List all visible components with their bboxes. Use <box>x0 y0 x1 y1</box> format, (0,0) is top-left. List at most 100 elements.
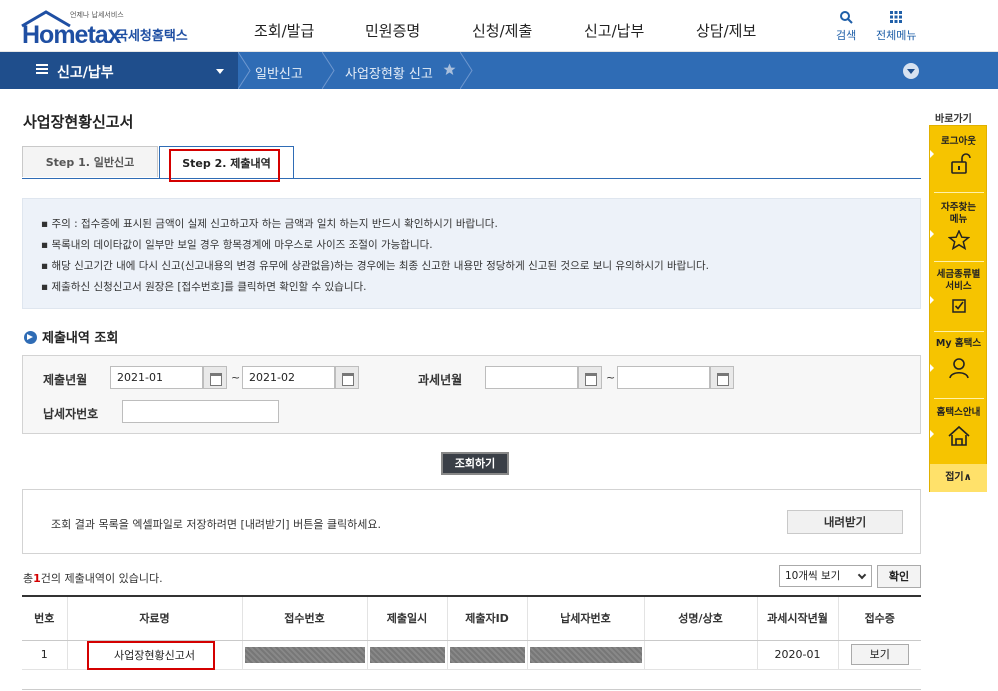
quick-fold-button[interactable]: 접기∧ <box>930 464 987 492</box>
quick-my-hometax[interactable]: My 홈택스 <box>930 338 987 380</box>
highlight-box-row <box>87 641 215 670</box>
range-tilde: ~ <box>231 371 241 384</box>
logo-korean: 국세청홈택스 <box>116 29 188 44</box>
cell-submitted-at <box>366 640 447 670</box>
cell-receipt: 보기 <box>837 640 921 670</box>
col-receipt-number[interactable]: 접수번호 <box>241 595 367 641</box>
search-label: 검색 <box>836 29 857 42</box>
caret-left-icon <box>930 296 934 304</box>
quick-logout[interactable]: 로그아웃 <box>930 136 987 176</box>
quick-divider <box>934 398 984 399</box>
col-data-name[interactable]: 자료명 <box>66 595 242 641</box>
range-tilde: ~ <box>606 371 616 384</box>
caret-left-icon <box>930 430 934 438</box>
hometax-logo[interactable]: 언제나 납세서비스 Hometax 국세청홈택스 <box>20 8 195 49</box>
gnb-certificate[interactable]: 민원증명 <box>365 20 420 41</box>
search-submit-button[interactable]: 조회하기 <box>441 452 509 475</box>
highlight-box-tab <box>169 149 280 182</box>
all-menu-label: 전체메뉴 <box>876 29 917 42</box>
tax-month-label: 과세년월 <box>418 373 463 387</box>
caret-left-icon <box>930 230 934 238</box>
cell-tax-start-month: 2020-01 <box>756 640 838 670</box>
page-size-select[interactable]: 10개씩 보기 <box>779 565 872 587</box>
cell-name-company <box>643 640 757 670</box>
unlock-icon <box>950 153 971 174</box>
calendar-icon[interactable] <box>710 366 734 389</box>
col-name-company[interactable]: 성명/상호 <box>643 595 757 641</box>
breadcrumb-separator-icon <box>238 52 251 89</box>
all-menu-button[interactable]: 전체메뉴 <box>876 10 916 43</box>
grid-menu-icon <box>890 11 903 23</box>
tab-underline <box>22 178 921 179</box>
masked-value <box>529 646 642 663</box>
notice-item: ▪ 목록내의 데이타값이 일부만 보일 경우 항목경계에 마우스로 사이즈 조절… <box>41 239 433 251</box>
quick-favorites[interactable]: 자주찾는 메뉴 <box>930 202 987 250</box>
top-header: 언제나 납세서비스 Hometax 국세청홈택스 조회/발급 민원증명 신청/제… <box>0 0 998 52</box>
submit-month-to-input[interactable]: 2021-02 <box>242 366 335 389</box>
submit-month-from-input[interactable]: 2021-01 <box>110 366 203 389</box>
col-taxpayer-number[interactable]: 납세자번호 <box>526 595 644 641</box>
section-title-search: 제출내역 조회 <box>24 327 118 346</box>
taxpayer-number-input[interactable] <box>122 400 279 423</box>
quick-menu: 로그아웃 자주찾는 메뉴 세금종류별 서비스 My 홈택스 홈택스안내 접기∧ <box>929 125 987 492</box>
gnb-inquiry[interactable]: 조회/발급 <box>254 20 314 41</box>
quick-hometax-guide[interactable]: 홈택스안내 <box>930 407 987 449</box>
col-submitted-at[interactable]: 제출일시 <box>366 595 447 641</box>
cell-taxpayer-number <box>526 640 644 670</box>
caret-down-icon <box>216 69 224 74</box>
star-favorite-icon[interactable] <box>443 63 456 76</box>
search-icon <box>840 11 853 24</box>
col-tax-start-month[interactable]: 과세시작년월 <box>756 595 838 641</box>
breadcrumb-general-report[interactable]: 일반신고 <box>255 63 303 82</box>
menu-dropdown[interactable]: 신고/납부 <box>0 52 238 89</box>
tab-step1-general-report[interactable]: Step 1. 일반신고 <box>22 146 158 177</box>
hamburger-icon <box>36 64 48 74</box>
quick-divider <box>934 261 984 262</box>
taxpayer-number-label: 납세자번호 <box>43 407 99 421</box>
quick-divider <box>934 192 984 193</box>
download-box: 조회 결과 목록을 엑셀파일로 저장하려면 [내려받기] 버튼을 클릭하세요. … <box>22 489 921 554</box>
calendar-icon[interactable] <box>335 366 359 389</box>
calendar-icon[interactable] <box>578 366 602 389</box>
masked-value <box>244 646 365 663</box>
page-title: 사업장현황신고서 <box>23 113 134 131</box>
chevron-down-icon <box>857 570 867 580</box>
tax-month-to-input[interactable] <box>617 366 710 389</box>
download-instruction: 조회 결과 목록을 엑셀파일로 저장하려면 [내려받기] 버튼을 클릭하세요. <box>51 518 382 531</box>
gnb-report-payment[interactable]: 신고/납부 <box>584 20 644 41</box>
masked-value <box>369 646 445 663</box>
confirm-button[interactable]: 확인 <box>877 565 921 588</box>
caret-left-icon <box>930 150 934 158</box>
user-icon <box>948 358 969 379</box>
location-bar: 신고/납부 일반신고 사업장현황 신고 <box>0 52 998 89</box>
col-submitter-id[interactable]: 제출자ID <box>446 595 527 641</box>
result-count: 총1건의 제출내역이 있습니다. <box>23 572 163 585</box>
caret-left-icon <box>930 364 934 372</box>
download-button[interactable]: 내려받기 <box>787 510 903 534</box>
quick-tax-services[interactable]: 세금종류별 서비스 <box>930 269 987 315</box>
nav-expand-icon[interactable] <box>903 63 919 79</box>
star-icon <box>947 230 970 250</box>
search-button[interactable]: 검색 <box>836 10 856 43</box>
breadcrumb-separator-icon <box>460 52 473 89</box>
notice-item: ▪ 주의 : 접수증에 표시된 금액이 실제 신고하고자 하는 금액과 일치 하… <box>41 218 498 230</box>
quick-menu-title: 바로가기 <box>935 114 972 125</box>
table-header-row: 번호 자료명 접수번호 제출일시 제출자ID 납세자번호 성명/상호 과세시작년… <box>22 595 921 641</box>
checkbox-icon <box>951 299 966 313</box>
notice-item: ▪ 해당 신고기간 내에 다시 신고(신고내용의 변경 유무에 상관없음)하는 … <box>41 260 709 272</box>
view-button[interactable]: 보기 <box>850 644 909 665</box>
col-receipt[interactable]: 접수증 <box>837 595 921 641</box>
tax-month-from-input[interactable] <box>485 366 578 389</box>
cell-receipt-number[interactable] <box>241 640 367 670</box>
col-number[interactable]: 번호 <box>22 595 67 641</box>
masked-value <box>449 646 525 663</box>
calendar-icon[interactable] <box>203 366 227 389</box>
cell-number: 1 <box>22 640 67 670</box>
arrow-circle-icon <box>24 331 37 344</box>
search-form: 제출년월 2021-01 ~ 2021-02 과세년월 ~ 납세자번호 <box>22 355 921 434</box>
logo-tagline: 언제나 납세서비스 <box>70 11 124 19</box>
breadcrumb-business-report[interactable]: 사업장현황 신고 <box>345 63 433 82</box>
gnb-application[interactable]: 신청/제출 <box>472 20 532 41</box>
house-icon <box>947 425 970 446</box>
gnb-consult[interactable]: 상담/제보 <box>696 20 756 41</box>
